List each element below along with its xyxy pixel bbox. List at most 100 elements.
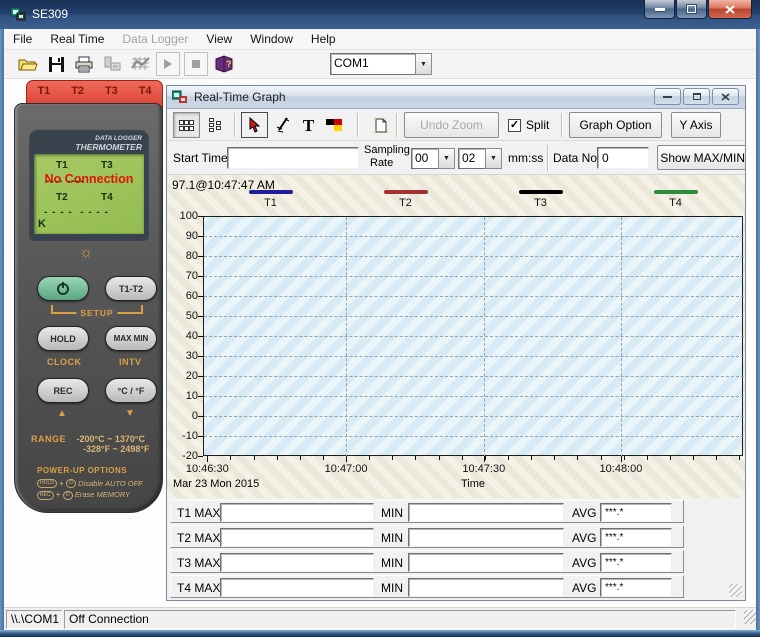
status-bar: \\.\COM1 Off Connection: [4, 607, 756, 630]
new-document-icon: [373, 117, 388, 133]
toolbar-separator: [561, 113, 562, 137]
split-checkbox[interactable]: Split: [508, 112, 549, 138]
new-graph-button[interactable]: [367, 112, 394, 138]
plot-area[interactable]: [203, 216, 744, 457]
menu-data-logger[interactable]: Data Logger: [113, 29, 197, 49]
menu-help[interactable]: Help: [302, 29, 345, 49]
window-title: SE309: [32, 7, 69, 21]
t1-min-field[interactable]: [408, 503, 564, 522]
undo-zoom-button[interactable]: Undo Zoom: [404, 112, 499, 138]
color-tool-button[interactable]: [321, 112, 348, 138]
x-tick-label: 10:47:30: [462, 463, 506, 475]
start-time-input[interactable]: [227, 147, 359, 169]
logger-graph-button[interactable]: [128, 52, 152, 76]
x-minor-tick: [484, 456, 486, 460]
sampling-minutes-select[interactable]: 00 ▼: [411, 148, 455, 169]
t1-avg-field[interactable]: ***.*: [600, 503, 672, 522]
lcd-ch2-label: T2: [56, 192, 68, 203]
x-tick-mark: [620, 456, 622, 462]
device-lcd-screen: T1 T3 ---- ---- No Connection T2 T4 - - …: [34, 154, 144, 234]
min-label: MIN: [381, 581, 403, 595]
x-tick-label: 10:46:30: [185, 463, 229, 475]
menu-real-time[interactable]: Real Time: [41, 29, 113, 49]
t4-avg-field[interactable]: ***.*: [600, 578, 672, 597]
window-resize-grip[interactable]: [729, 584, 742, 597]
sampling-seconds-select[interactable]: 02 ▼: [458, 148, 502, 169]
device-maxmin-button: MAX MIN: [105, 326, 157, 351]
show-maxmin-button[interactable]: Show MAX/MIN on: [657, 145, 745, 170]
title-bar[interactable]: SE309: [0, 0, 760, 29]
zoom-cursor-button[interactable]: [269, 112, 296, 138]
t4-min-field[interactable]: [408, 578, 564, 597]
graph-controls: Start Time Sampling Rate 00 ▼ 02 ▼ mm:ss…: [167, 141, 745, 175]
maximize-button[interactable]: [676, 0, 707, 19]
svg-text:?: ?: [226, 59, 232, 69]
minimize-button[interactable]: [644, 0, 675, 19]
dropdown-button[interactable]: ▼: [485, 148, 502, 169]
t3-max-field[interactable]: [220, 553, 374, 572]
graph-option-button[interactable]: Graph Option: [569, 112, 662, 138]
open-file-icon: [18, 59, 38, 71]
start-button[interactable]: [156, 52, 180, 76]
print-button[interactable]: [72, 52, 96, 76]
transfer-data-button[interactable]: [100, 52, 124, 76]
t1-max-field[interactable]: [220, 503, 374, 522]
gridline-horizontal: [204, 236, 744, 237]
close-button[interactable]: [708, 0, 752, 19]
pointer-tool-button[interactable]: [241, 112, 268, 138]
t3-min-field[interactable]: [408, 553, 564, 572]
t2-avg-field[interactable]: ***.*: [600, 528, 672, 547]
data-no-input[interactable]: 0: [597, 147, 649, 169]
help-button[interactable]: ?: [212, 52, 236, 76]
y-axis-button[interactable]: Y Axis: [671, 112, 721, 138]
menu-view[interactable]: View: [197, 29, 241, 49]
save-button[interactable]: [44, 52, 68, 76]
min-label: MIN: [381, 506, 403, 520]
window-border: [0, 29, 4, 637]
main-toolbar: ? COM1 ▼: [4, 50, 756, 79]
minimize-icon: [663, 95, 672, 98]
lcd-ch1-label: T1: [56, 160, 68, 171]
stop-icon: [192, 60, 200, 68]
checkbox-icon[interactable]: [508, 118, 521, 132]
graph-maximize-button[interactable]: [683, 88, 710, 105]
y-tick-mark: [198, 456, 203, 457]
logger-graph-icon: [130, 57, 150, 70]
min-label: MIN: [381, 531, 403, 545]
t4-max-field[interactable]: [220, 578, 374, 597]
t2-min-field[interactable]: [408, 528, 564, 547]
y-tick-mark: [198, 316, 203, 317]
avg-label: AVG: [572, 531, 597, 545]
x-minor-tick: [623, 456, 625, 460]
open-file-button[interactable]: [16, 52, 40, 76]
graph-window-title: Real-Time Graph: [194, 90, 286, 104]
graph-minimize-button[interactable]: [654, 88, 681, 105]
com-port-dropdown-button[interactable]: ▼: [415, 53, 432, 75]
avg-label: AVG: [572, 581, 597, 595]
t2-max-field[interactable]: [220, 528, 374, 547]
gridline-vertical: [620, 217, 622, 457]
y-tick-mark: [198, 336, 203, 337]
text-tool-button[interactable]: T: [295, 112, 322, 138]
legend-line: [383, 190, 428, 194]
application-window: SE309 File Real Time Data Logger View Wi…: [0, 0, 760, 637]
backlight-icon: ☼: [79, 244, 93, 261]
com-port-value: COM1: [330, 53, 415, 75]
graph-close-button[interactable]: [712, 88, 739, 105]
menu-file[interactable]: File: [4, 29, 41, 49]
x-minor-tick: [716, 456, 718, 460]
x-axis-date-label: Mar 23 Mon 2015: [173, 478, 260, 490]
graph-window-title-bar[interactable]: Real-Time Graph: [167, 86, 745, 109]
x-minor-tick: [461, 456, 463, 460]
menu-window[interactable]: Window: [241, 29, 302, 49]
tile-horizontal-button[interactable]: [173, 112, 200, 138]
status-connection: Off Connection: [64, 609, 736, 629]
max-label: T4 MAX: [177, 581, 221, 595]
stop-button[interactable]: [184, 52, 208, 76]
tile-vertical-button[interactable]: [201, 112, 228, 138]
device-range: RANGE -200°C ~ 1370°C -328°F ~ 2498°F: [31, 434, 150, 454]
t3-avg-field[interactable]: ***.*: [600, 553, 672, 572]
com-port-select[interactable]: COM1 ▼: [330, 53, 432, 75]
dropdown-button[interactable]: ▼: [438, 148, 455, 169]
setup-bracket: SETUP: [51, 305, 143, 318]
